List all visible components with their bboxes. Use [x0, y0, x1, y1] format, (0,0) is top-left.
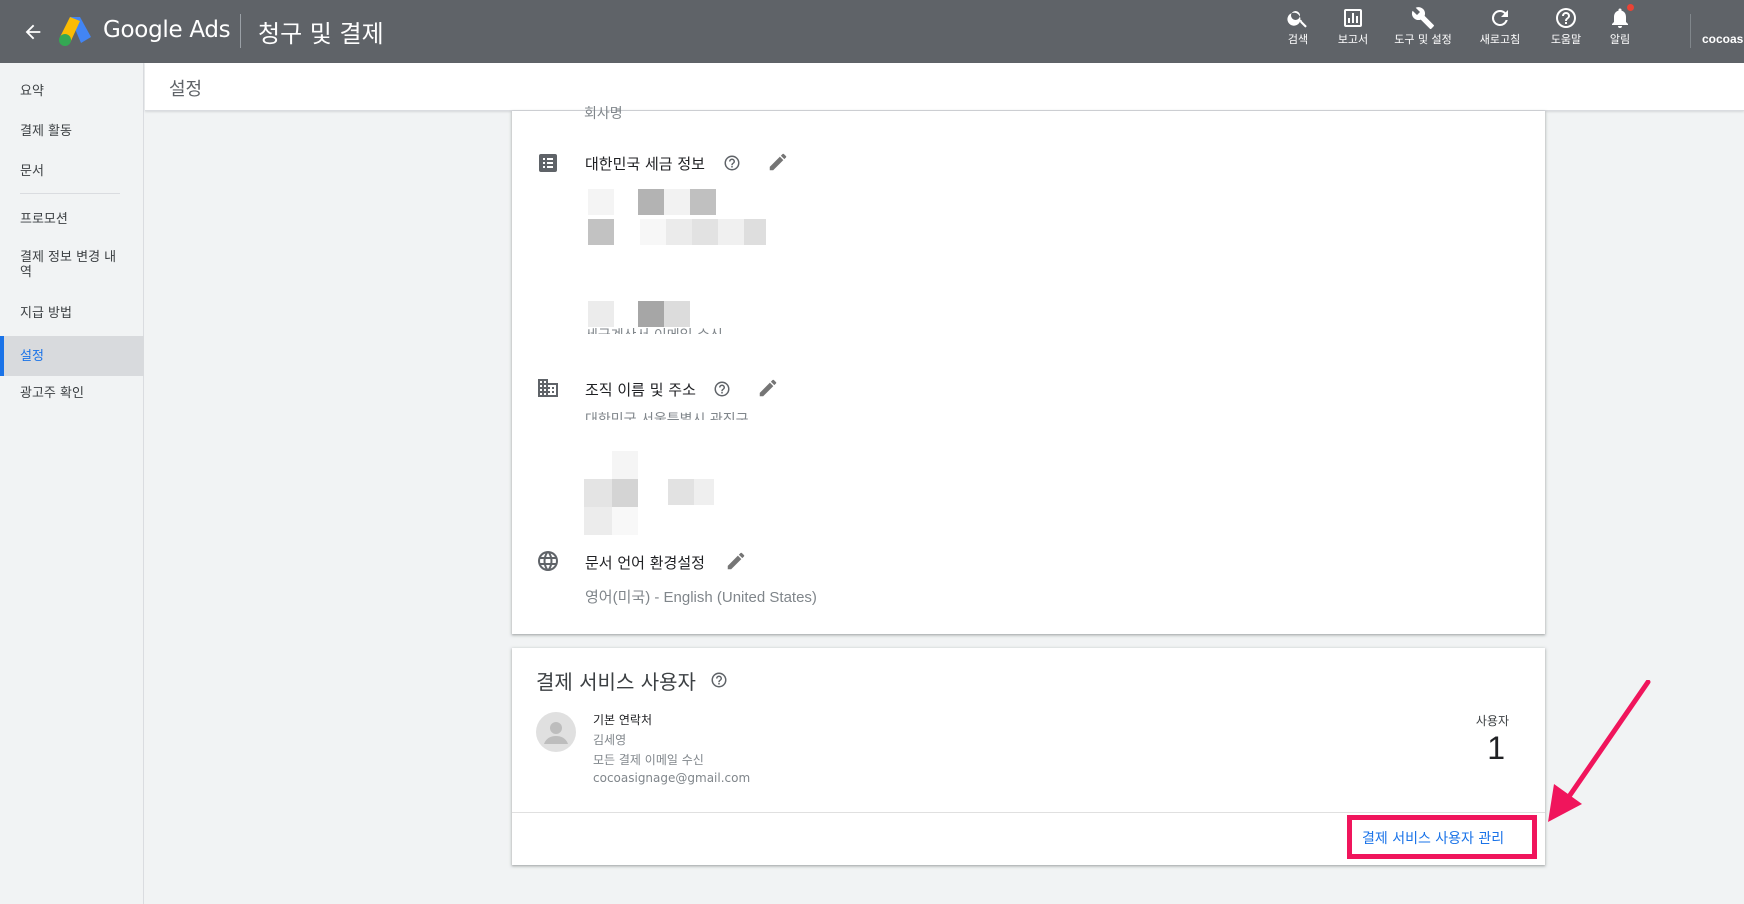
- sidebar-item-settings[interactable]: 설정: [0, 336, 144, 376]
- settings-card: 회사명 대한민국 세금 정보 세금계산서 이메일 수신 조직 이름 및 주소 대…: [512, 106, 1545, 634]
- account-name[interactable]: cocoas: [1702, 32, 1744, 46]
- sidebar-divider: [20, 193, 120, 194]
- sidebar-nav: 요약 결제 활동 문서 프로모션 결제 정보 변경 내역 지급 방법 설정 광고…: [0, 63, 144, 904]
- annotation-arrow: [1548, 680, 1651, 822]
- doc-language-title: 문서 언어 환경설정: [585, 554, 705, 572]
- search-icon: [1287, 11, 1307, 28]
- email-preference: 모든 결제 이메일 수신: [593, 753, 704, 767]
- org-title: 조직 이름 및 주소: [585, 381, 696, 399]
- avatar: [536, 712, 576, 752]
- brand-name: Google Ads: [103, 17, 231, 43]
- title-divider: [240, 14, 241, 48]
- account-divider: [1690, 14, 1691, 48]
- payments-users-help-icon[interactable]: [710, 671, 728, 689]
- building-icon: [538, 379, 558, 397]
- globe-icon: [538, 551, 558, 571]
- sidebar-item-documents[interactable]: 문서: [0, 157, 144, 185]
- settings-title: 설정: [169, 79, 203, 100]
- person-icon: [544, 722, 568, 744]
- users-count: 1: [1487, 730, 1505, 766]
- reports-icon: [1344, 9, 1362, 27]
- google-ads-logo-icon[interactable]: [58, 15, 92, 47]
- card-divider: [512, 812, 1545, 813]
- user-name: 김세영: [593, 733, 627, 747]
- payments-users-card: 결제 서비스 사용자 기본 연락처 김세영 모든 결제 이메일 수신 cocoa…: [512, 648, 1545, 865]
- notifications-button[interactable]: 알림: [1604, 4, 1636, 60]
- manage-payments-users-button[interactable]: 결제 서비스 사용자 관리: [1362, 828, 1504, 848]
- help-label: 도움말: [1550, 33, 1582, 46]
- search-label: 검색: [1287, 33, 1309, 46]
- back-arrow-icon[interactable]: [18, 17, 48, 47]
- notifications-label: 알림: [1609, 33, 1631, 46]
- search-button[interactable]: 검색: [1282, 6, 1314, 60]
- primary-contact-label: 기본 연락처: [593, 713, 653, 727]
- sidebar-item-advertiser-verification[interactable]: 광고주 확인: [0, 379, 144, 407]
- reports-label: 보고서: [1337, 33, 1369, 46]
- refresh-icon: [1491, 9, 1508, 26]
- top-app-bar: Google Ads 청구 및 결제 검색 보고서 도구 및 설정 새로고침 도…: [0, 0, 1744, 63]
- sidebar-item-billing-history[interactable]: 결제 정보 변경 내역: [0, 245, 120, 285]
- help-icon: [1556, 8, 1576, 28]
- tax-info-title: 대한민국 세금 정보: [585, 155, 705, 173]
- list-icon: [539, 154, 557, 172]
- redacted-org-address: [584, 451, 714, 535]
- users-count-label: 사용자: [1475, 714, 1509, 728]
- company-name-cut-text: 회사명: [584, 106, 623, 120]
- help-button[interactable]: 도움말: [1546, 6, 1586, 60]
- refresh-button[interactable]: 새로고침: [1474, 6, 1526, 60]
- tax-help-icon[interactable]: [723, 154, 741, 172]
- settings-header: 설정: [145, 63, 1744, 111]
- sidebar-item-summary[interactable]: 요약: [0, 77, 144, 105]
- tax-edit-pencil-icon[interactable]: [767, 151, 789, 173]
- tools-settings-label: 도구 및 설정: [1394, 33, 1452, 46]
- redacted-tax-contact: [588, 301, 690, 327]
- user-email: cocoasignage@gmail.com: [593, 771, 751, 785]
- tools-settings-button[interactable]: 도구 및 설정: [1392, 6, 1454, 60]
- notification-dot: [1627, 4, 1634, 11]
- doc-language-value: 영어(미국) - English (United States): [585, 589, 817, 606]
- payments-users-title: 결제 서비스 사용자: [536, 670, 696, 694]
- wrench-icon: [1411, 7, 1434, 29]
- refresh-label: 새로고침: [1479, 33, 1521, 46]
- sidebar-item-transactions[interactable]: 결제 활동: [0, 117, 144, 145]
- page-title: 청구 및 결제: [258, 20, 384, 48]
- org-help-icon[interactable]: [713, 380, 731, 398]
- language-edit-pencil-icon[interactable]: [725, 550, 747, 572]
- org-edit-pencil-icon[interactable]: [757, 377, 779, 399]
- sidebar-item-payment-methods[interactable]: 지급 방법: [0, 299, 144, 327]
- redacted-tax-details: [588, 189, 766, 245]
- reports-button[interactable]: 보고서: [1333, 6, 1373, 60]
- sidebar-item-promotions[interactable]: 프로모션: [0, 205, 144, 233]
- tax-email-cut-text: 세금계산서 이메일 수신: [585, 325, 723, 334]
- org-address-cut-text: 대한민국 서울특별시 관진구: [585, 412, 749, 420]
